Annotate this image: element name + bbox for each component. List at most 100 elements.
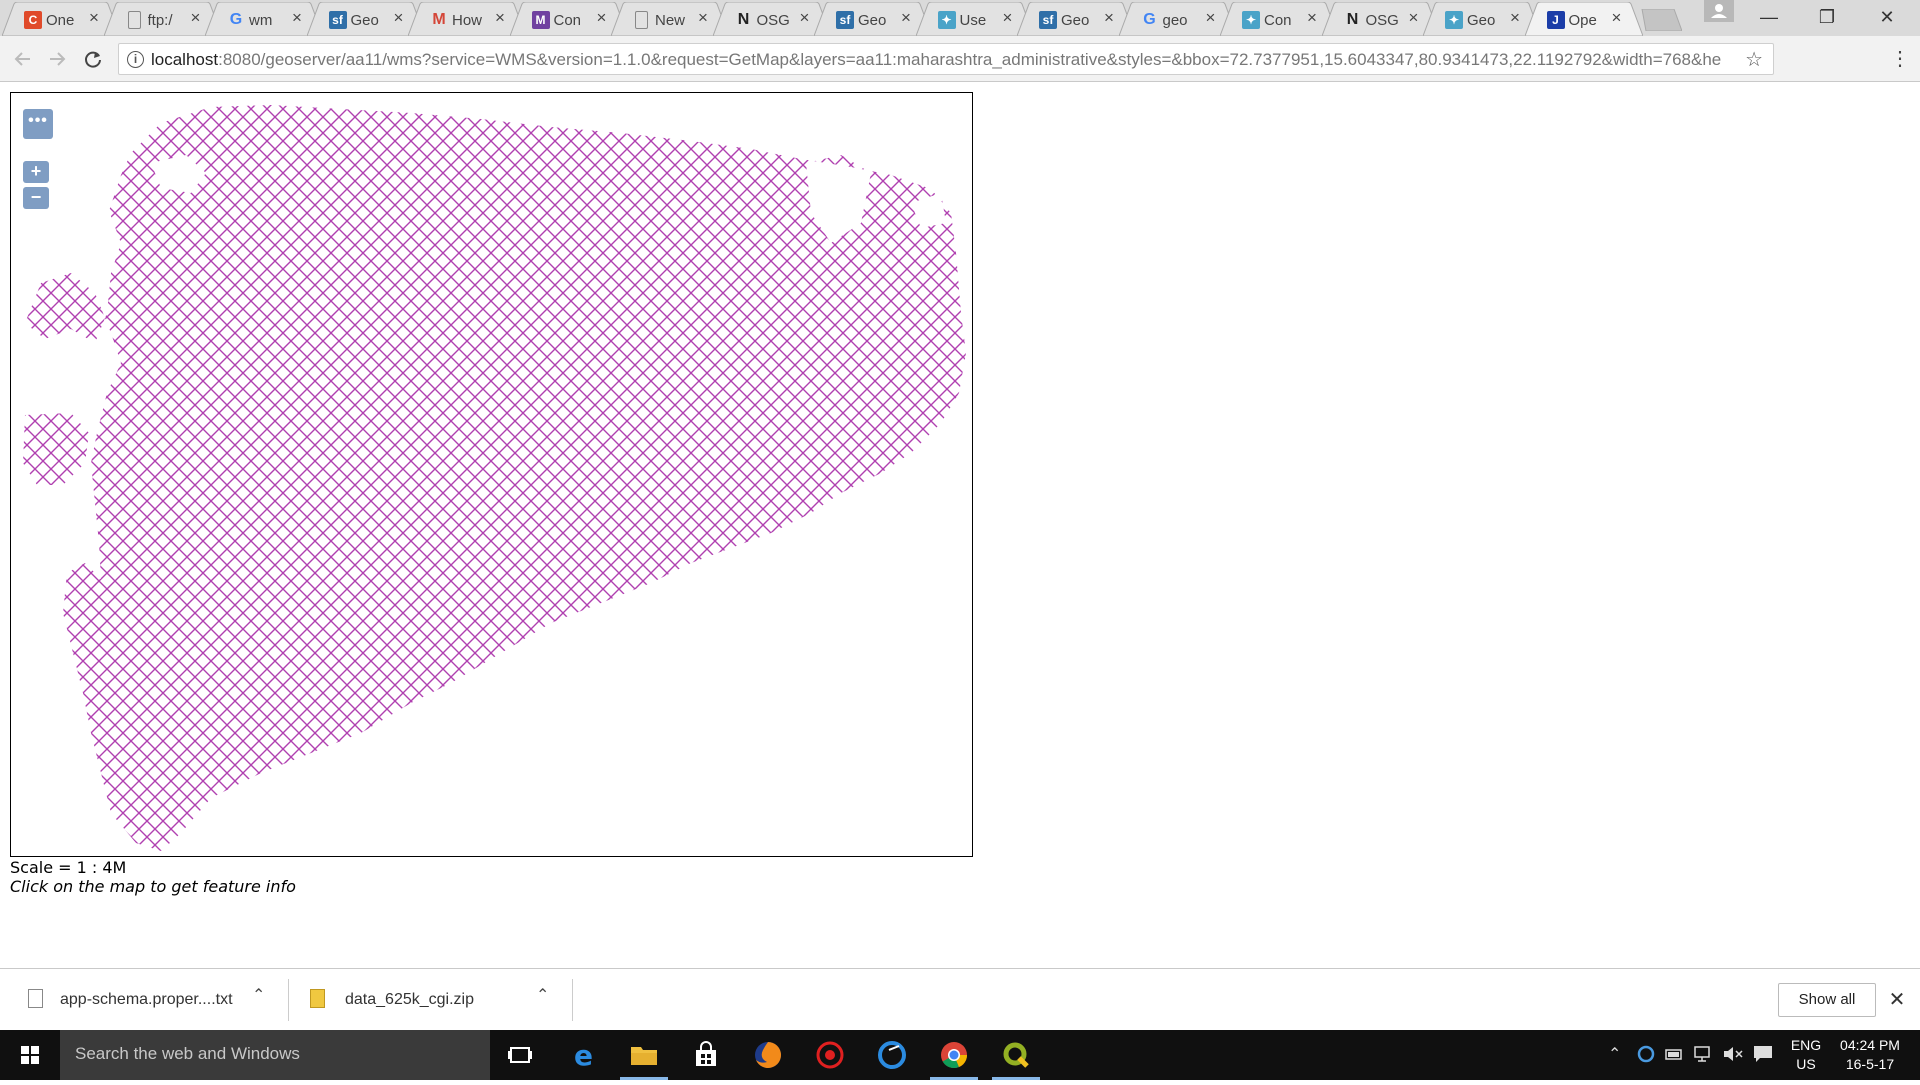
tab-close-icon[interactable]: × [86, 9, 102, 27]
osgeo-icon: ✦ [937, 11, 956, 29]
tab[interactable]: Gwm × [205, 2, 323, 36]
island-polygon[interactable] [23, 413, 89, 485]
chrome-menu-button[interactable]: ⋮ [1890, 48, 1910, 70]
tab[interactable]: M How × [408, 2, 526, 36]
tab-close-icon[interactable]: × [1203, 9, 1219, 27]
url-path: :8080/geoserver/aa11/wms?service=WMS&ver… [218, 50, 1721, 69]
tab-title: Geo [858, 12, 887, 29]
svg-text:e: e [574, 1041, 593, 1069]
tab[interactable]: ✦ Geo × [1423, 2, 1541, 36]
tab-close-icon[interactable]: × [391, 9, 407, 27]
chrome-app[interactable] [924, 1030, 984, 1080]
download-options-icon[interactable]: ⌃ [252, 985, 265, 1005]
download-item[interactable]: app-schema.proper....txt ⌃ [20, 969, 270, 1031]
tab-close-icon[interactable]: × [289, 9, 305, 27]
zip-file-icon [310, 989, 325, 1008]
battery-icon[interactable] [1664, 1044, 1684, 1069]
start-button[interactable] [0, 1030, 60, 1080]
download-item[interactable]: data_625k_cgi.zip ⌃ [300, 969, 550, 1031]
tab[interactable]: ✦ Con × [1220, 2, 1338, 36]
bookmark-star-icon[interactable]: ☆ [1745, 47, 1763, 72]
layer-switcher-button[interactable]: ••• [23, 109, 53, 139]
minimize-button[interactable]: — [1742, 0, 1796, 34]
tab-title: New [655, 12, 686, 29]
sourceforge-icon: sf [328, 11, 347, 29]
forward-button[interactable] [44, 46, 70, 72]
address-bar[interactable]: i localhost:8080/geoserver/aa11/wms?serv… [118, 43, 1774, 75]
tray-overflow-icon[interactable]: ⌃ [1608, 1044, 1621, 1064]
feature-info-hint: Click on the map to get feature info [10, 877, 296, 896]
download-name: data_625k_cgi.zip [345, 991, 474, 1008]
back-button[interactable] [10, 46, 36, 72]
tab-close-icon[interactable]: × [1507, 9, 1523, 27]
task-view-icon [508, 1047, 532, 1063]
tab-close-icon[interactable]: × [594, 9, 610, 27]
tab-close-icon[interactable]: × [1000, 9, 1016, 27]
language-indicator[interactable]: ENG US [1786, 1036, 1826, 1074]
tab[interactable]: Ggeo × [1118, 2, 1237, 36]
map-viewport[interactable]: ••• + − [10, 92, 973, 857]
network-icon[interactable] [1692, 1044, 1714, 1069]
show-all-downloads-button[interactable]: Show all [1778, 983, 1876, 1017]
qgis-app[interactable] [986, 1030, 1046, 1080]
google-icon: G [229, 11, 243, 28]
security-app[interactable] [800, 1030, 860, 1080]
tab-active[interactable]: J Ope × [1524, 2, 1643, 36]
tab-close-icon[interactable]: × [695, 9, 711, 27]
tab[interactable]: ✦ Use × [915, 2, 1034, 36]
download-name: app-schema.proper....txt [60, 991, 233, 1008]
zoom-in-button[interactable]: + [23, 161, 49, 183]
tab[interactable]: sf Geo × [306, 2, 425, 36]
clock-time: 04:24 PM [1840, 1037, 1900, 1053]
state-polygon[interactable] [25, 105, 966, 851]
tab-close-icon[interactable]: × [1101, 9, 1117, 27]
shelf-divider [288, 979, 289, 1021]
task-view-button[interactable] [490, 1030, 550, 1080]
close-shelf-button[interactable]: ✕ [1886, 987, 1908, 1013]
download-options-icon[interactable]: ⌃ [536, 985, 549, 1005]
edge-app[interactable]: e [554, 1030, 614, 1080]
taskbar-search[interactable]: Search the web and Windows [60, 1030, 490, 1080]
maharashtra-administrative-layer[interactable] [11, 93, 973, 857]
tab[interactable]: ftp:/ × [103, 2, 222, 36]
store-app[interactable] [676, 1030, 736, 1080]
reload-button[interactable] [80, 46, 106, 72]
tab[interactable]: N OSG × [712, 2, 831, 36]
tab-close-icon[interactable]: × [1609, 9, 1625, 27]
tab[interactable]: New × [611, 2, 729, 36]
firefox-app[interactable] [738, 1030, 798, 1080]
tab[interactable]: N OSG × [1321, 2, 1440, 36]
ccleaner-tray-icon[interactable] [1636, 1044, 1656, 1069]
tab-close-icon[interactable]: × [1406, 9, 1422, 27]
action-center-icon[interactable] [1752, 1044, 1774, 1069]
store-bag-icon [696, 1041, 716, 1066]
tab[interactable]: sf Geo × [1017, 2, 1135, 36]
tab-close-icon[interactable]: × [492, 9, 508, 27]
tab[interactable]: C One × [2, 2, 120, 36]
tab-close-icon[interactable]: × [188, 9, 204, 27]
tab-close-icon[interactable]: × [898, 9, 914, 27]
windows-logo-icon [21, 1046, 39, 1064]
tab-title: Geo [1467, 12, 1496, 29]
volume-muted-icon[interactable] [1722, 1044, 1744, 1069]
zoom-out-button[interactable]: − [23, 187, 49, 209]
back-arrow-icon [14, 52, 30, 66]
clock-date: 16-5-17 [1845, 1056, 1895, 1072]
file-explorer-app[interactable] [614, 1030, 674, 1080]
info-icon[interactable]: i [127, 51, 144, 68]
browser-toolbar: i localhost:8080/geoserver/aa11/wms?serv… [0, 36, 1920, 82]
new-tab-button[interactable] [1638, 9, 1682, 31]
url-text[interactable]: localhost:8080/geoserver/aa11/wms?servic… [151, 50, 1721, 70]
profile-button[interactable] [1704, 0, 1734, 22]
tab[interactable]: M Con × [509, 2, 628, 36]
text-file-icon [28, 989, 43, 1008]
tab-close-icon[interactable]: × [1304, 9, 1320, 27]
tab[interactable]: sf Geo × [814, 2, 932, 36]
scale-readout: Scale = 1 : 4M [10, 858, 127, 877]
maximize-button[interactable]: ❐ [1800, 0, 1854, 34]
ccleaner-app[interactable] [862, 1030, 922, 1080]
close-window-button[interactable]: ✕ [1860, 0, 1914, 34]
taskbar-clock[interactable]: 04:24 PM 16-5-17 [1830, 1036, 1910, 1074]
n-icon: N [1346, 11, 1359, 28]
tab-close-icon[interactable]: × [797, 9, 813, 27]
